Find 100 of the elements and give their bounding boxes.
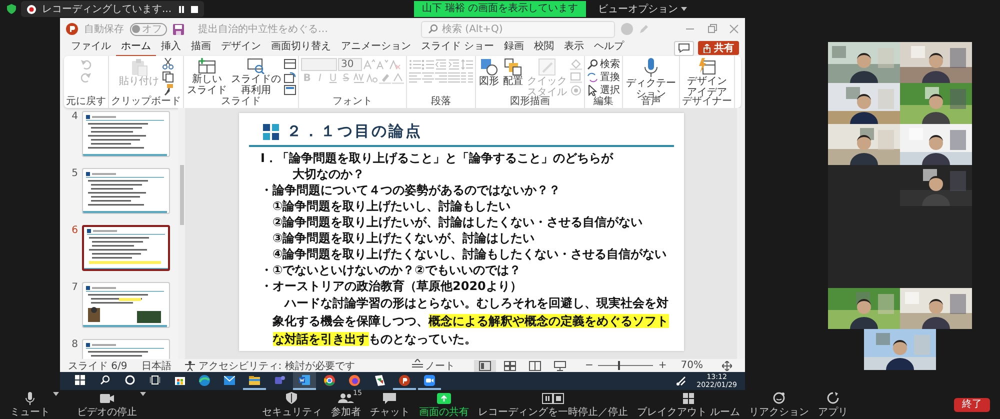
- save-icon[interactable]: [173, 24, 184, 34]
- autosave-label: 自動保存: [84, 23, 124, 36]
- format-painter-button[interactable]: [162, 84, 174, 96]
- redo-icon: [80, 71, 92, 83]
- grid-icon: [683, 392, 694, 404]
- slide-text: ④論争問題を取り上げたくないし、討論もしたくない・させる自信がない: [272, 246, 668, 262]
- recording-label: レコーディングしています...: [42, 3, 172, 16]
- zoom-out-button[interactable]: −: [584, 360, 594, 371]
- pause-icon[interactable]: [178, 6, 185, 12]
- ribbon-tab[interactable]: 校閲: [529, 40, 560, 56]
- font-color-icon: [392, 72, 404, 84]
- effects-icon: [570, 84, 582, 96]
- ribbon-tab[interactable]: デザイン: [216, 40, 266, 56]
- group-label: デザイナー: [682, 96, 732, 107]
- slide-header-icon: [262, 124, 278, 140]
- slide-text: ①論争問題を取り上げたいし、討論もしたい: [272, 198, 512, 214]
- group-label: 編集: [594, 96, 614, 107]
- ribbon-tab[interactable]: 画面切り替え: [266, 40, 336, 56]
- grow-font-icon: [363, 59, 375, 70]
- layout-button[interactable]: [284, 58, 296, 70]
- slide-thumbnail[interactable]: [82, 225, 170, 271]
- reuse-slides-button[interactable]: スライドの 再利用: [230, 58, 282, 96]
- slideshow-icon: [554, 360, 566, 370]
- slide-number: 8: [70, 339, 78, 350]
- security-button[interactable]: セキュリティ: [262, 392, 322, 418]
- video-button[interactable]: ビデオの停止: [77, 392, 137, 418]
- ribbon-tab[interactable]: 表示: [559, 40, 590, 56]
- video-camera-icon: [100, 394, 114, 402]
- designer-button[interactable]: デザイン アイデア: [686, 58, 728, 98]
- normal-view-button[interactable]: [474, 360, 496, 372]
- share-button[interactable]: 共有: [698, 41, 739, 55]
- reactions-button[interactable]: リアクション: [749, 392, 810, 418]
- wave-icon: [199, 374, 210, 386]
- section-button[interactable]: [284, 84, 296, 96]
- ribbon-tab[interactable]: 挿入: [156, 40, 186, 56]
- slide-text: ・①でないといけないのか？②でもいいのでは？: [260, 262, 522, 278]
- presentation-logo-icon: [66, 23, 78, 35]
- taskbar-button[interactable]: [393, 372, 416, 390]
- recording-button[interactable]: レコーディングを一時停止／停止: [478, 392, 628, 418]
- cursor-icon: [587, 84, 598, 96]
- chat-button[interactable]: チャット: [370, 392, 410, 418]
- copy-button[interactable]: [162, 71, 174, 83]
- close-icon: [729, 24, 739, 34]
- slide-sorter-icon: [504, 360, 516, 370]
- close-button[interactable]: [729, 24, 739, 34]
- group-label: 音声: [641, 96, 661, 107]
- view-options-button[interactable]: ビューオプション: [598, 2, 688, 16]
- numbering-icon: [422, 58, 434, 70]
- shapes-button[interactable]: 図形: [478, 58, 500, 87]
- apps-icon: [827, 392, 840, 404]
- share-button[interactable]: 画面の共有: [418, 392, 469, 418]
- circle-icon: [124, 375, 134, 385]
- ribbon-tab[interactable]: アニメーション: [336, 40, 416, 56]
- mute-button[interactable]: ミュート: [10, 392, 50, 418]
- slider-thumb[interactable]: [618, 361, 620, 370]
- caret-icon: [53, 392, 59, 396]
- ribbon-tab[interactable]: ファイル: [66, 40, 116, 56]
- end-button[interactable]: 終了: [954, 398, 990, 412]
- slide-text: ③論争問題を取り上げたくないが、討論はしたい: [272, 230, 536, 246]
- case-icon: [366, 72, 378, 84]
- ribbon-tab[interactable]: 録画: [499, 40, 530, 56]
- share-banner: 山下 瑞裕 の画面を表示しています: [414, 1, 586, 17]
- outline-icon: [570, 72, 582, 82]
- zoom-in-button[interactable]: +: [658, 360, 667, 371]
- comments-button[interactable]: [674, 40, 694, 56]
- ribbon-tab[interactable]: スライド ショー: [416, 40, 500, 56]
- breakout-button[interactable]: ブレイクアウト ルーム: [636, 392, 740, 418]
- slide-text: ②論争問題を取り上げたいが、討論はしたくない・させる自信がない: [272, 214, 644, 230]
- zoom-level: 70%: [680, 360, 703, 371]
- replace-button[interactable]: 置換: [587, 71, 620, 83]
- envelope-icon: [224, 376, 235, 384]
- cut-button[interactable]: [162, 58, 174, 70]
- apps-button[interactable]: アプリ: [818, 392, 848, 418]
- new-slide-button[interactable]: 新しい スライド: [186, 58, 228, 96]
- slide-text: 大切なのか？: [292, 166, 366, 182]
- arrange-button[interactable]: 配置: [502, 58, 524, 87]
- share-icon: [703, 44, 711, 52]
- find-button[interactable]: 検索: [587, 58, 620, 70]
- slide-text: Ⅰ．「論争問題を取り上げること」と「論争すること」のどちらが: [260, 150, 614, 166]
- notes-button[interactable]: ノート: [406, 358, 460, 372]
- group-label: 段落: [431, 96, 451, 107]
- stop-icon[interactable]: [190, 6, 198, 12]
- ribbon-tab[interactable]: ヘルプ: [589, 40, 630, 56]
- restore-button[interactable]: [707, 24, 717, 34]
- ribbon-tab[interactable]: 描画: [186, 40, 216, 56]
- normal-view-icon: [478, 360, 491, 370]
- group-label: 図形描画: [510, 96, 550, 107]
- select-button[interactable]: 選択: [587, 84, 620, 96]
- search-icon: [428, 24, 438, 34]
- accessibility-status: アクセシビリティ: 検討が必要です: [198, 360, 355, 372]
- slide-number: 6: [70, 225, 78, 236]
- share-screen-icon: [436, 392, 451, 404]
- spacing-icon: [353, 72, 365, 84]
- shrink-font-icon: [376, 59, 388, 70]
- four-squares-icon: [74, 375, 84, 385]
- taskbar-button[interactable]: [418, 372, 441, 390]
- shield-icon: [7, 4, 16, 14]
- reset-button[interactable]: [284, 71, 296, 83]
- slide-text: ・オーストリアの政治教育（草原他2020より）: [260, 278, 523, 294]
- decrease-indent-icon: [435, 58, 447, 70]
